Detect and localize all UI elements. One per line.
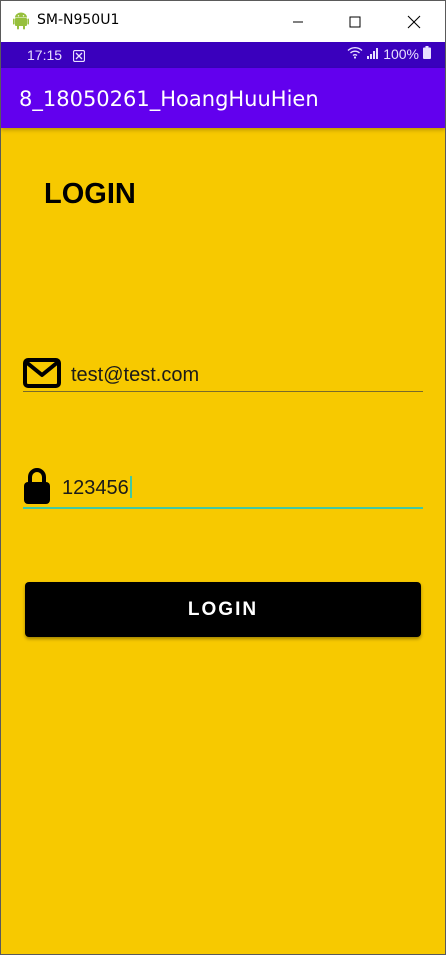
battery-icon <box>423 46 431 62</box>
minimize-icon <box>293 21 303 22</box>
status-bar: 17:15 100% <box>1 42 445 68</box>
emulator-window: SM-N950U1 17:15 100% 8_18050261_HoangHuu… <box>0 0 446 955</box>
wifi-icon <box>347 46 363 62</box>
close-button[interactable] <box>391 1 437 42</box>
notification-icon <box>72 49 86 63</box>
maximize-icon <box>349 16 361 27</box>
mail-icon <box>23 358 61 393</box>
status-time: 17:15 <box>27 47 63 63</box>
app-bar: 8_18050261_HoangHuuHien <box>1 68 445 128</box>
login-heading: LOGIN <box>44 178 136 210</box>
text-cursor <box>129 476 132 498</box>
phone-screen: 17:15 100% 8_18050261_HoangHuuHien LOGIN… <box>1 42 445 954</box>
email-value: test@test.com <box>71 364 200 386</box>
password-text: 123456 <box>62 477 129 499</box>
login-button[interactable]: LOGIN <box>25 582 421 637</box>
window-title-bar[interactable]: SM-N950U1 <box>1 1 445 42</box>
password-field[interactable]: 123456 <box>23 467 423 509</box>
email-underline <box>23 391 423 392</box>
maximize-button[interactable] <box>332 1 378 42</box>
close-icon <box>407 15 421 28</box>
android-icon <box>13 12 29 30</box>
minimize-button[interactable] <box>275 1 321 42</box>
app-title: 8_18050261_HoangHuuHien <box>19 87 319 111</box>
password-value: 123456 <box>62 476 132 500</box>
password-underline <box>23 507 423 509</box>
signal-icon <box>367 46 379 62</box>
email-field[interactable]: test@test.com <box>23 356 423 392</box>
battery-percent: 100% <box>383 46 419 62</box>
window-title: SM-N950U1 <box>37 12 120 28</box>
lock-icon <box>23 467 51 510</box>
